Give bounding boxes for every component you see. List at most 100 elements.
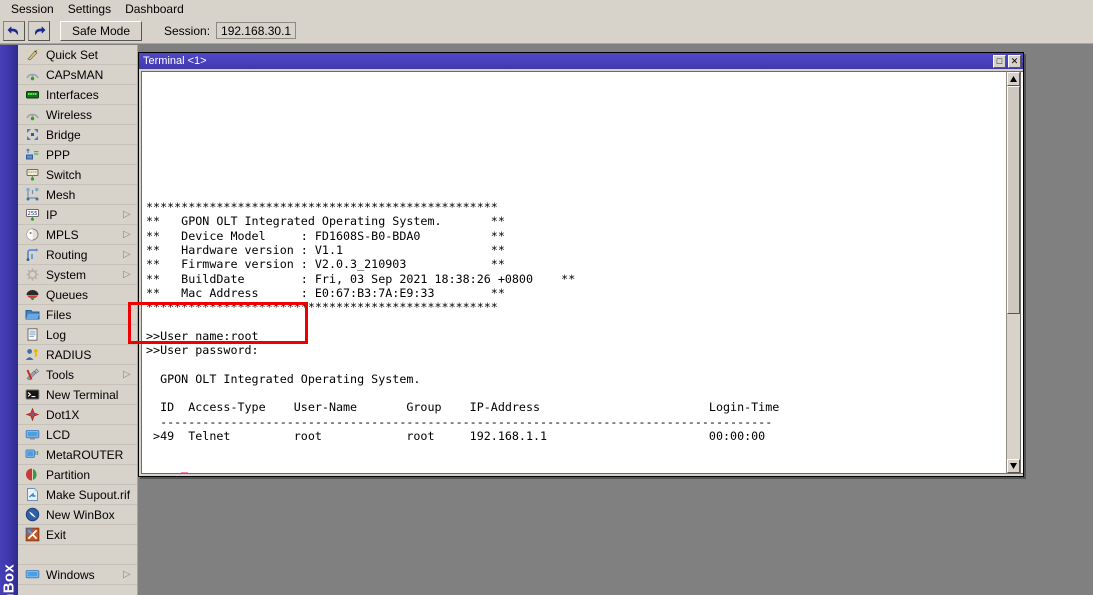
scroll-down-button[interactable] xyxy=(1007,459,1020,473)
sidebar-item-label: Routing xyxy=(46,248,123,262)
log-icon xyxy=(24,327,40,343)
sidebar-item-label: Tools xyxy=(46,368,123,382)
interfaces-icon xyxy=(24,87,40,103)
sidebar-item-label: PPP xyxy=(46,148,137,162)
undo-button[interactable] xyxy=(3,21,25,41)
antenna-icon xyxy=(24,107,40,123)
routing-icon xyxy=(24,247,40,263)
chevron-right-icon: ▷ xyxy=(123,250,133,260)
session-label: Session: xyxy=(164,24,210,38)
terminal-output-area[interactable]: ****************************************… xyxy=(141,71,1023,474)
toolbar: Safe Mode Session: 192.168.30.1 xyxy=(0,18,1093,44)
sidebar-item-mpls[interactable]: MPLS ▷ xyxy=(18,225,137,245)
terminal-title-label: Terminal <1> xyxy=(143,55,993,67)
svg-text:255: 255 xyxy=(27,211,37,217)
close-button[interactable]: ✕ xyxy=(1008,55,1021,68)
scroll-thumb[interactable] xyxy=(1007,86,1020,314)
terminal-window: Terminal <1> □ ✕ ***********************… xyxy=(138,52,1024,477)
sidebar-item-label: Dot1X xyxy=(46,408,137,422)
sidebar-item-new-terminal[interactable]: New Terminal xyxy=(18,385,137,405)
sidebar-item-label: Files xyxy=(46,308,137,322)
metarouter-icon xyxy=(24,447,40,463)
terminal-title-bar[interactable]: Terminal <1> □ ✕ xyxy=(139,53,1023,69)
undo-arrow-icon xyxy=(7,25,21,37)
sidebar-item-quick-set[interactable]: Quick Set xyxy=(18,45,137,65)
menu-bar: Session Settings Dashboard xyxy=(0,0,1093,18)
sidebar-item-label: IP xyxy=(46,208,123,222)
redo-arrow-icon xyxy=(32,25,46,37)
scroll-up-button[interactable] xyxy=(1007,72,1020,86)
sidebar-item-radius[interactable]: RADIUS xyxy=(18,345,137,365)
sidebar-item-label: Mesh xyxy=(46,188,137,202)
chevron-right-icon: ▷ xyxy=(123,210,133,220)
sidebar-item-partition[interactable]: Partition xyxy=(18,465,137,485)
sidebar-item-new-winbox[interactable]: New WinBox xyxy=(18,505,137,525)
sidebar-item-label: RADIUS xyxy=(46,348,137,362)
sidebar-item-capsman[interactable]: CAPsMAN xyxy=(18,65,137,85)
ppp-icon xyxy=(24,147,40,163)
sidebar-item-ip[interactable]: 255 IP ▷ xyxy=(18,205,137,225)
sidebar-item-files[interactable]: Files xyxy=(18,305,137,325)
radius-icon xyxy=(24,347,40,363)
sidebar-item-label: New Terminal xyxy=(46,388,137,402)
sidebar-item-ppp[interactable]: PPP xyxy=(18,145,137,165)
sidebar-item-windows[interactable]: Windows ▷ xyxy=(18,565,137,585)
winbox-brand-strip: WinBox xyxy=(0,45,18,595)
menu-item-settings[interactable]: Settings xyxy=(61,1,118,18)
sidebar-item-log[interactable]: Log xyxy=(18,325,137,345)
sidebar-menu: Quick Set CAPsMAN Interfaces Wireless Br… xyxy=(18,45,138,595)
menu-item-dashboard[interactable]: Dashboard xyxy=(118,1,191,18)
sidebar-item-label: Quick Set xyxy=(46,48,137,62)
chevron-right-icon: ▷ xyxy=(123,370,133,380)
redo-button[interactable] xyxy=(28,21,50,41)
sidebar-item-system[interactable]: System ▷ xyxy=(18,265,137,285)
sidebar-item-make-supout[interactable]: Make Supout.rif xyxy=(18,485,137,505)
sidebar-item-label: Interfaces xyxy=(46,88,137,102)
sidebar-separator xyxy=(18,545,137,565)
sidebar-item-tools[interactable]: Tools ▷ xyxy=(18,365,137,385)
tools-icon xyxy=(24,367,40,383)
sidebar-item-switch[interactable]: Switch xyxy=(18,165,137,185)
sidebar-item-routing[interactable]: Routing ▷ xyxy=(18,245,137,265)
restore-button[interactable]: □ xyxy=(993,55,1006,68)
queues-icon xyxy=(24,287,40,303)
winbox-app-window: Session Settings Dashboard Safe Mode Ses… xyxy=(0,0,1093,595)
sidebar-item-label: LCD xyxy=(46,428,137,442)
safe-mode-button[interactable]: Safe Mode xyxy=(60,21,142,41)
winbox-icon xyxy=(24,507,40,523)
menu-item-session[interactable]: Session xyxy=(4,1,61,18)
ip-255-icon: 255 xyxy=(24,207,40,223)
sidebar-item-label: System xyxy=(46,268,123,282)
terminal-icon xyxy=(24,387,40,403)
mpls-icon xyxy=(24,227,40,243)
terminal-vertical-scrollbar[interactable] xyxy=(1006,71,1021,474)
sidebar-item-label: Partition xyxy=(46,468,137,482)
sidebar-item-lcd[interactable]: LCD xyxy=(18,425,137,445)
sidebar-item-bridge[interactable]: Bridge xyxy=(18,125,137,145)
mesh-icon xyxy=(24,187,40,203)
sidebar-item-label: MPLS xyxy=(46,228,123,242)
exit-icon xyxy=(24,527,40,543)
sidebar-item-interfaces[interactable]: Interfaces xyxy=(18,85,137,105)
chevron-right-icon: ▷ xyxy=(123,230,133,240)
partition-icon xyxy=(24,467,40,483)
wand-icon xyxy=(24,47,40,63)
sidebar-item-label: Bridge xyxy=(46,128,137,142)
sidebar-item-mesh[interactable]: Mesh xyxy=(18,185,137,205)
sidebar-item-label: Log xyxy=(46,328,137,342)
chevron-right-icon: ▷ xyxy=(123,570,133,580)
sidebar-item-dot1x[interactable]: Dot1X xyxy=(18,405,137,425)
sidebar-item-label: CAPsMAN xyxy=(46,68,137,82)
sidebar-item-label: Queues xyxy=(46,288,137,302)
sidebar-item-metarouter[interactable]: MetaROUTER xyxy=(18,445,137,465)
sidebar-item-queues[interactable]: Queues xyxy=(18,285,137,305)
switch-icon xyxy=(24,167,40,183)
sidebar-item-exit[interactable]: Exit xyxy=(18,525,137,545)
terminal-cursor xyxy=(181,472,188,474)
session-address-field[interactable]: 192.168.30.1 xyxy=(216,22,296,39)
sidebar-item-label: Windows xyxy=(46,568,123,582)
sidebar-item-label: Wireless xyxy=(46,108,137,122)
folder-icon xyxy=(24,307,40,323)
antenna-icon xyxy=(24,67,40,83)
sidebar-item-wireless[interactable]: Wireless xyxy=(18,105,137,125)
